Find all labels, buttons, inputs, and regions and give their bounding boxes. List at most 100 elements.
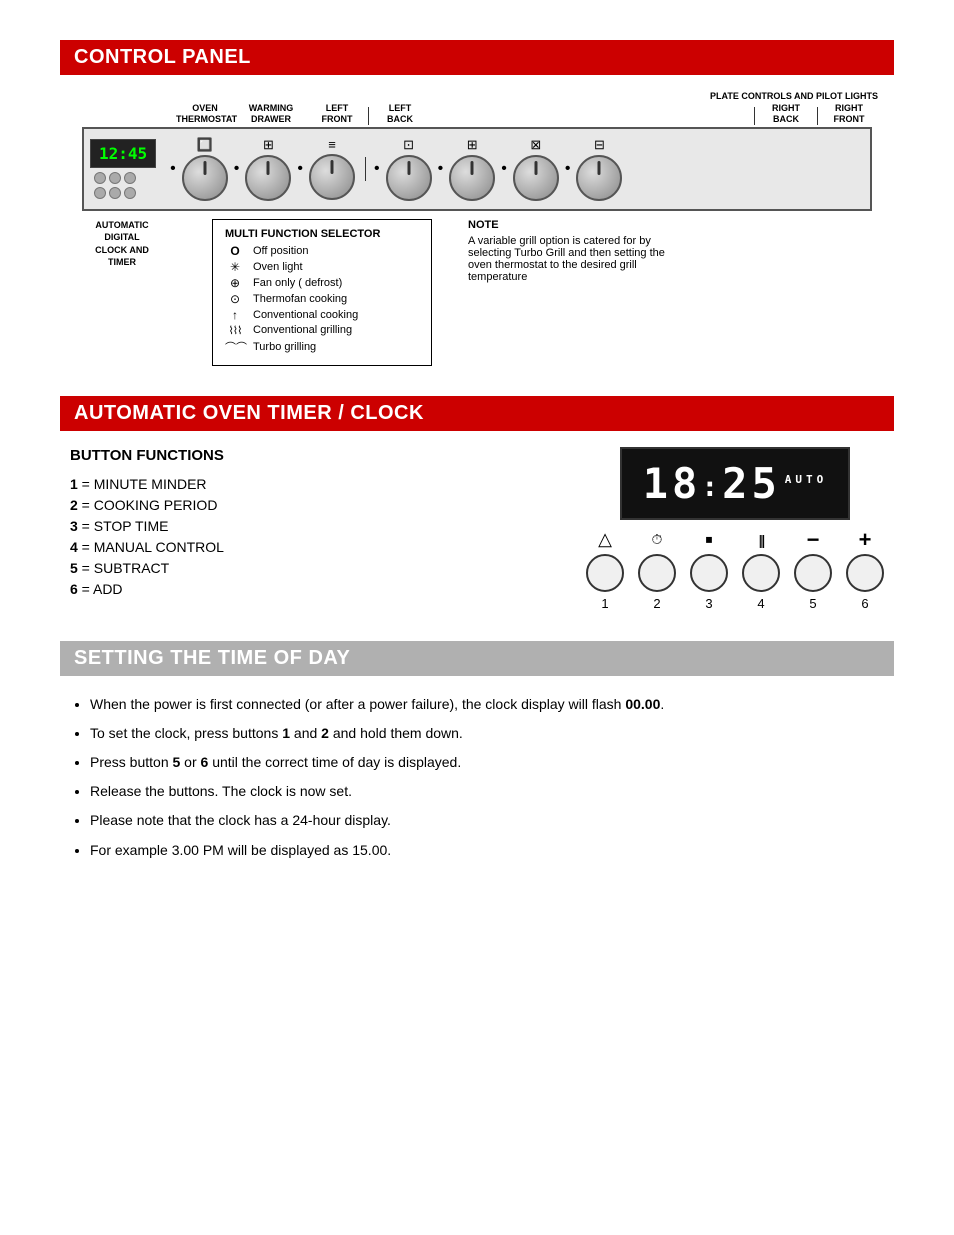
timer-icon-1: △ xyxy=(598,530,612,550)
plate-controls-label: PLATE CONTROLS AND PILOT LIGHTS xyxy=(710,91,878,101)
knob4[interactable] xyxy=(386,155,432,201)
timer-icon-5: − xyxy=(807,530,820,550)
clock-btn[interactable] xyxy=(109,187,121,199)
timer-circle-1[interactable] xyxy=(586,554,624,592)
timer-display: 18:25AUTO xyxy=(620,447,850,520)
bullet-1: When the power is first connected (or af… xyxy=(90,692,894,717)
note-text: A variable grill option is catered for b… xyxy=(468,235,668,283)
mfs-item-grilling: ⌇⌇⌇ Conventional grilling xyxy=(225,324,419,337)
bullet-3: Press button 5 or 6 until the correct ti… xyxy=(90,750,894,775)
bf-item-5: 5 = SUBTRACT xyxy=(70,560,546,576)
setting-time-header: SETTING THE TIME OF DAY xyxy=(60,641,894,676)
timer-btn-group-2: ⏱ 2 xyxy=(638,530,676,611)
bf-item-1: 1 = MINUTE MINDER xyxy=(70,476,546,492)
auto-digital-label: AUTOMATICDIGITALCLOCK ANDTIMER xyxy=(72,219,172,269)
bf-item-3: 3 = STOP TIME xyxy=(70,518,546,534)
button-functions-left: BUTTON FUNCTIONS 1 = MINUTE MINDER 2 = C… xyxy=(70,447,546,602)
timer-circle-2[interactable] xyxy=(638,554,676,592)
clock-display: 12:45 xyxy=(90,139,156,168)
mfs-item-conventional: ↑ Conventional cooking xyxy=(225,308,419,322)
mfs-item-fan: ⊕ Fan only ( defrost) xyxy=(225,276,419,290)
indicator-dot: • xyxy=(565,160,571,178)
clock-btn[interactable] xyxy=(109,172,121,184)
mfs-symbol-light: ✳ xyxy=(225,260,245,274)
timer-btn-num-3: 3 xyxy=(705,596,712,611)
timer-circle-3[interactable] xyxy=(690,554,728,592)
knob2-icon: ⊞ xyxy=(263,137,274,153)
knob2[interactable] xyxy=(245,155,291,201)
knob6[interactable] xyxy=(513,155,559,201)
mfs-item-light: ✳ Oven light xyxy=(225,260,419,274)
knob3-icon: ≡ xyxy=(328,137,336,152)
right-back-label: RIGHTBACK xyxy=(757,103,815,125)
clock-btn[interactable] xyxy=(124,187,136,199)
timer-btn-group-6: + 6 xyxy=(846,530,884,611)
timer-btn-group-5: − 5 xyxy=(794,530,832,611)
mfs-item-off: O Off position xyxy=(225,244,419,258)
timer-btn-group-3: ⏹ 3 xyxy=(690,530,728,611)
timer-btn-group-1: △ 1 xyxy=(586,530,624,611)
timer-section: AUTOMATIC OVEN TIMER / CLOCK BUTTON FUNC… xyxy=(60,396,894,611)
setting-time-bullets: When the power is first connected (or af… xyxy=(60,692,894,863)
mfs-label-grilling: Conventional grilling xyxy=(253,324,352,336)
knob4-icon: ⊡ xyxy=(403,137,414,153)
mfs-label-turbo: Turbo grilling xyxy=(253,341,316,353)
knobs-panel: 12:45 • 🔲 • ⊞ xyxy=(82,127,872,211)
warming-drawer-label: WARMINGDRAWER xyxy=(242,103,300,125)
mfs-title: MULTI FUNCTION SELECTOR xyxy=(225,228,419,240)
separator xyxy=(365,157,366,181)
clock-btn[interactable] xyxy=(94,187,106,199)
bf-item-4: 4 = MANUAL CONTROL xyxy=(70,539,546,555)
mfs-symbol-conventional: ↑ xyxy=(225,308,245,322)
bf-item-6: 6 = ADD xyxy=(70,581,546,597)
mfs-item-turbo: ⌒⌒ Turbo grilling xyxy=(225,339,419,355)
knob3[interactable] xyxy=(309,154,355,200)
timer-icon-4: ||| xyxy=(759,530,764,550)
mfs-symbol-grilling: ⌇⌇⌇ xyxy=(225,324,245,337)
left-front-label: LEFTFRONT xyxy=(308,103,366,125)
left-back-label: LEFTBACK xyxy=(371,103,429,125)
note-box: NOTE A variable grill option is catered … xyxy=(468,219,668,283)
oven-knob-icon: 🔲 xyxy=(197,137,213,153)
mfs-label-light: Oven light xyxy=(253,261,303,273)
timer-icon-3: ⏹ xyxy=(706,530,713,550)
mfs-label-fan: Fan only ( defrost) xyxy=(253,277,342,289)
bf-item-2: 2 = COOKING PERIOD xyxy=(70,497,546,513)
indicator-dot: • xyxy=(170,160,176,178)
bullet-2: To set the clock, press buttons 1 and 2 … xyxy=(90,721,894,746)
timer-circle-5[interactable] xyxy=(794,554,832,592)
timer-header: AUTOMATIC OVEN TIMER / CLOCK xyxy=(60,396,894,431)
indicator-dot: • xyxy=(374,160,380,178)
oven-thermostat-label: OVENTHERMOSTAT xyxy=(176,103,234,125)
knob5[interactable] xyxy=(449,155,495,201)
timer-btn-num-5: 5 xyxy=(809,596,816,611)
knob7[interactable] xyxy=(576,155,622,201)
mfs-symbol-turbo: ⌒⌒ xyxy=(225,339,245,355)
control-panel-header: CONTROL PANEL xyxy=(60,40,894,75)
clock-btn[interactable] xyxy=(124,172,136,184)
timer-circle-4[interactable] xyxy=(742,554,780,592)
setting-time-section: SETTING THE TIME OF DAY When the power i… xyxy=(60,641,894,863)
mfs-symbol-fan: ⊕ xyxy=(225,276,245,290)
timer-btn-group-4: ||| 4 xyxy=(742,530,780,611)
bullet-4: Release the buttons. The clock is now se… xyxy=(90,779,894,804)
timer-content: BUTTON FUNCTIONS 1 = MINUTE MINDER 2 = C… xyxy=(60,447,894,611)
bf-title: BUTTON FUNCTIONS xyxy=(70,447,546,464)
timer-btn-num-6: 6 xyxy=(861,596,868,611)
indicator-dot: • xyxy=(297,160,303,178)
timer-icon-2: ⏱ xyxy=(652,530,663,550)
mfs-symbol-off: O xyxy=(225,244,245,258)
timer-circle-6[interactable] xyxy=(846,554,884,592)
timer-buttons-row: △ 1 ⏱ 2 ⏹ 3 ||| xyxy=(586,530,884,611)
right-front-label: RIGHTFRONT xyxy=(820,103,878,125)
timer-btn-num-2: 2 xyxy=(653,596,660,611)
mfs-item-thermofan: ⊙ Thermofan cooking xyxy=(225,292,419,306)
indicator-dot: • xyxy=(438,160,444,178)
mfs-label-conventional: Conventional cooking xyxy=(253,309,358,321)
oven-thermostat-knob[interactable] xyxy=(182,155,228,201)
bullet-6: For example 3.00 PM will be displayed as… xyxy=(90,838,894,863)
mfs-symbol-thermofan: ⊙ xyxy=(225,292,245,306)
clock-btn[interactable] xyxy=(94,172,106,184)
indicator-dot: • xyxy=(234,160,240,178)
indicator-dot: • xyxy=(501,160,507,178)
